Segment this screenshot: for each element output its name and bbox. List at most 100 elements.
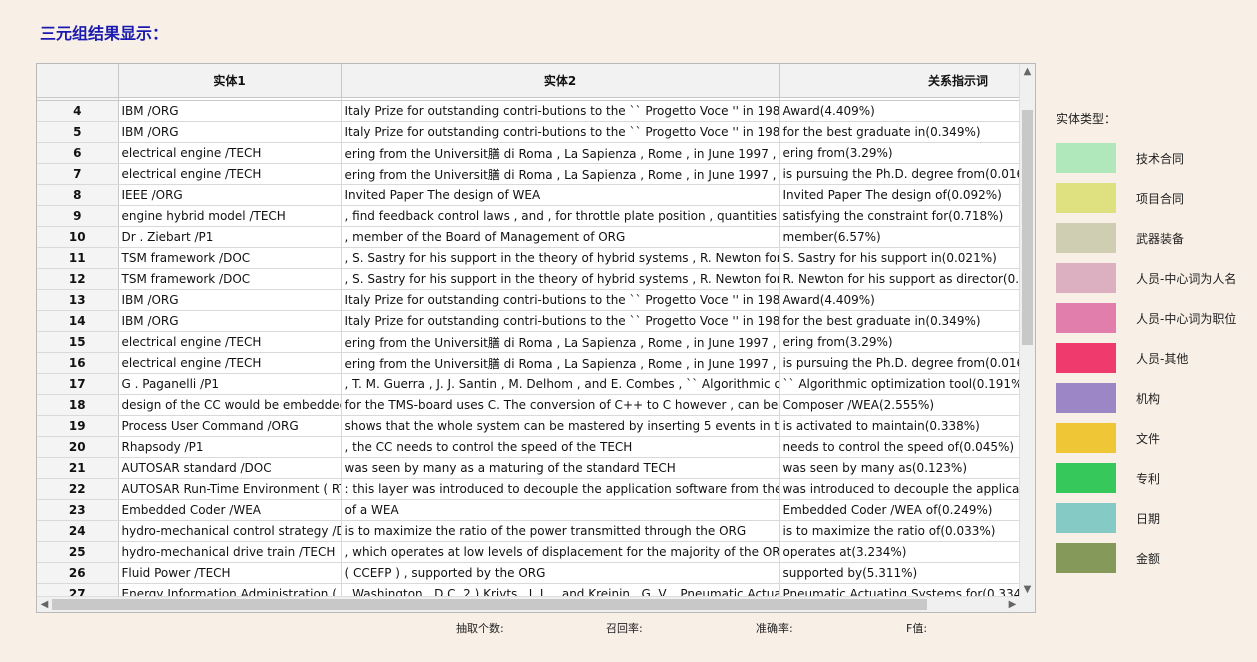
row-index-cell[interactable]: 21 [37, 457, 119, 479]
row-index-cell[interactable]: 4 [37, 100, 119, 122]
entity2-cell[interactable]: was seen by many as a maturing of the st… [341, 457, 780, 479]
triple-results-table[interactable]: 实体1 实体2 关系指示词 4 IBM /ORG Italy Prize for o… [36, 63, 1036, 613]
row-index-cell[interactable]: 15 [37, 331, 119, 353]
row-index-cell[interactable]: 7 [37, 163, 119, 185]
entity2-cell[interactable]: ering from the Universit膳 di Roma , La S… [341, 331, 780, 353]
scroll-up-arrow-icon[interactable]: ▲ [1020, 64, 1035, 79]
relation-cell[interactable]: supported by(5.311%) [779, 562, 1020, 584]
row-index-cell[interactable]: 13 [37, 289, 119, 311]
table-row[interactable]: 5 IBM /ORG Italy Prize for outstanding con… [37, 121, 1020, 143]
entity1-cell[interactable]: Fluid Power /TECH [118, 562, 342, 584]
table-row[interactable]: 6 electrical engine /TECH ering from the U… [37, 142, 1020, 164]
relation-cell[interactable]: Composer /WEA(2.555%) [779, 394, 1020, 416]
table-row[interactable]: 14 IBM /ORG Italy Prize for outstanding co… [37, 310, 1020, 332]
table-row[interactable]: 15 electrical engine /TECH ering from the … [37, 331, 1020, 353]
entity2-cell[interactable]: , S. Sastry for his support in the theor… [341, 268, 780, 290]
table-row[interactable]: 8 IEEE /ORG Invited Paper The design of WE… [37, 184, 1020, 206]
entity1-cell[interactable]: engine hybrid model /TECH [118, 205, 342, 227]
column-header-entity2[interactable]: 实体2 [341, 64, 780, 98]
entity1-cell[interactable]: IBM /ORG [118, 310, 342, 332]
entity1-cell[interactable]: electrical engine /TECH [118, 331, 342, 353]
entity1-cell[interactable]: Embedded Coder /WEA [118, 499, 342, 521]
relation-cell[interactable]: `` Algorithmic optimization tool(0.191%) [779, 373, 1020, 395]
column-header-entity1[interactable]: 实体1 [118, 64, 342, 98]
entity2-cell[interactable]: of a WEA [341, 499, 780, 521]
entity2-cell[interactable]: , which operates at low levels of displa… [341, 541, 780, 563]
entity1-cell[interactable]: Rhapsody /P1 [118, 436, 342, 458]
entity1-cell[interactable]: Dr . Ziebart /P1 [118, 226, 342, 248]
relation-cell[interactable]: Award(4.409%) [779, 289, 1020, 311]
row-index-cell[interactable]: 19 [37, 415, 119, 437]
entity1-cell[interactable]: IEEE /ORG [118, 184, 342, 206]
entity2-cell[interactable]: , the CC needs to control the speed of t… [341, 436, 780, 458]
row-index-cell[interactable]: 10 [37, 226, 119, 248]
row-index-cell[interactable]: 17 [37, 373, 119, 395]
entity1-cell[interactable]: design of the CC would be embedded [118, 394, 342, 416]
table-row[interactable]: 19 Process User Command /ORG shows that th… [37, 415, 1020, 437]
entity2-cell[interactable]: , Washington , D.C. 2 ) Krivts , I. L. ,… [341, 583, 780, 597]
scroll-left-arrow-icon[interactable]: ◀ [37, 597, 52, 612]
row-index-cell[interactable]: 16 [37, 352, 119, 374]
entity2-cell[interactable]: , find feedback control laws , and , for… [341, 205, 780, 227]
table-row[interactable]: 21 AUTOSAR standard /DOC was seen by many … [37, 457, 1020, 479]
vertical-scrollbar[interactable]: ▲ ▼ [1019, 64, 1035, 597]
relation-cell[interactable]: is to maximize the ratio of(0.033%) [779, 520, 1020, 542]
relation-cell[interactable]: satisfying the constraint for(0.718%) [779, 205, 1020, 227]
entity1-cell[interactable]: TSM framework /DOC [118, 268, 342, 290]
entity1-cell[interactable]: IBM /ORG [118, 289, 342, 311]
entity2-cell[interactable]: Invited Paper The design of WEA [341, 184, 780, 206]
table-row[interactable]: 4 IBM /ORG Italy Prize for outstanding con… [37, 100, 1020, 122]
entity1-cell[interactable]: hydro-mechanical drive train /TECH [118, 541, 342, 563]
relation-cell[interactable]: for the best graduate in(0.349%) [779, 121, 1020, 143]
relation-cell[interactable]: Pneumatic Actuating Systems for(0.334%) [779, 583, 1020, 597]
entity2-cell[interactable]: , T. M. Guerra , J. J. Santin , M. Delho… [341, 373, 780, 395]
entity1-cell[interactable]: G . Paganelli /P1 [118, 373, 342, 395]
scroll-down-arrow-icon[interactable]: ▼ [1020, 582, 1035, 597]
relation-cell[interactable]: is pursuing the Ph.D. degree from(0.0169… [779, 163, 1020, 185]
entity1-cell[interactable]: AUTOSAR Run-Time Environment ( RTE [118, 478, 342, 500]
table-row[interactable]: 24 hydro-mechanical control strategy /DOC… [37, 520, 1020, 542]
relation-cell[interactable]: operates at(3.234%) [779, 541, 1020, 563]
entity2-cell[interactable]: ( CCEFP ) , supported by the ORG [341, 562, 780, 584]
relation-cell[interactable]: member(6.57%) [779, 226, 1020, 248]
row-index-cell[interactable]: 20 [37, 436, 119, 458]
entity2-cell[interactable]: Italy Prize for outstanding contri-butio… [341, 100, 780, 122]
entity2-cell[interactable]: ering from the Universit膳 di Roma , La S… [341, 352, 780, 374]
entity2-cell[interactable]: Italy Prize for outstanding contri-butio… [341, 121, 780, 143]
entity1-cell[interactable]: IBM /ORG [118, 100, 342, 122]
relation-cell[interactable]: R. Newton for his support as director(0.… [779, 268, 1020, 290]
relation-cell[interactable]: was seen by many as(0.123%) [779, 457, 1020, 479]
entity2-cell[interactable]: is to maximize the ratio of the power tr… [341, 520, 780, 542]
entity1-cell[interactable]: hydro-mechanical control strategy /DOC [118, 520, 342, 542]
relation-cell[interactable]: Invited Paper The design of(0.092%) [779, 184, 1020, 206]
row-index-cell[interactable]: 24 [37, 520, 119, 542]
table-row[interactable]: 25 hydro-mechanical drive train /TECH, wh… [37, 541, 1020, 563]
entity1-cell[interactable]: Energy Information Administration ( EIA [118, 583, 342, 597]
entity2-cell[interactable]: Italy Prize for outstanding contri-butio… [341, 310, 780, 332]
row-index-cell[interactable]: 27 [37, 583, 119, 597]
entity1-cell[interactable]: electrical engine /TECH [118, 352, 342, 374]
horizontal-scroll-thumb[interactable] [52, 599, 927, 610]
row-index-cell[interactable]: 11 [37, 247, 119, 269]
entity1-cell[interactable]: TSM framework /DOC [118, 247, 342, 269]
entity1-cell[interactable]: IBM /ORG [118, 121, 342, 143]
table-row[interactable]: 7 electrical engine /TECH ering from the U… [37, 163, 1020, 185]
entity2-cell[interactable]: , member of the Board of Management of O… [341, 226, 780, 248]
row-index-cell[interactable]: 8 [37, 184, 119, 206]
relation-cell[interactable]: was introduced to decouple the applicati [779, 478, 1020, 500]
relation-cell[interactable]: for the best graduate in(0.349%) [779, 310, 1020, 332]
scroll-right-arrow-icon[interactable]: ▶ [1005, 597, 1020, 612]
row-index-cell[interactable]: 26 [37, 562, 119, 584]
row-index-cell[interactable]: 9 [37, 205, 119, 227]
table-row[interactable]: 26 Fluid Power /TECH( CCEFP ) , supported… [37, 562, 1020, 584]
entity2-cell[interactable]: ering from the Universit膳 di Roma , La S… [341, 163, 780, 185]
row-index-cell[interactable]: 6 [37, 142, 119, 164]
row-index-cell[interactable]: 14 [37, 310, 119, 332]
relation-cell[interactable]: Embedded Coder /WEA of(0.249%) [779, 499, 1020, 521]
vertical-scroll-thumb[interactable] [1022, 110, 1033, 345]
table-row[interactable]: 17 G . Paganelli /P1, T. M. Guerra , J. J… [37, 373, 1020, 395]
table-row[interactable]: 13 IBM /ORG Italy Prize for outstanding co… [37, 289, 1020, 311]
entity2-cell[interactable]: shows that the whole system can be maste… [341, 415, 780, 437]
table-row[interactable]: 11 TSM framework /DOC, S. Sastry for his … [37, 247, 1020, 269]
relation-cell[interactable]: Award(4.409%) [779, 100, 1020, 122]
